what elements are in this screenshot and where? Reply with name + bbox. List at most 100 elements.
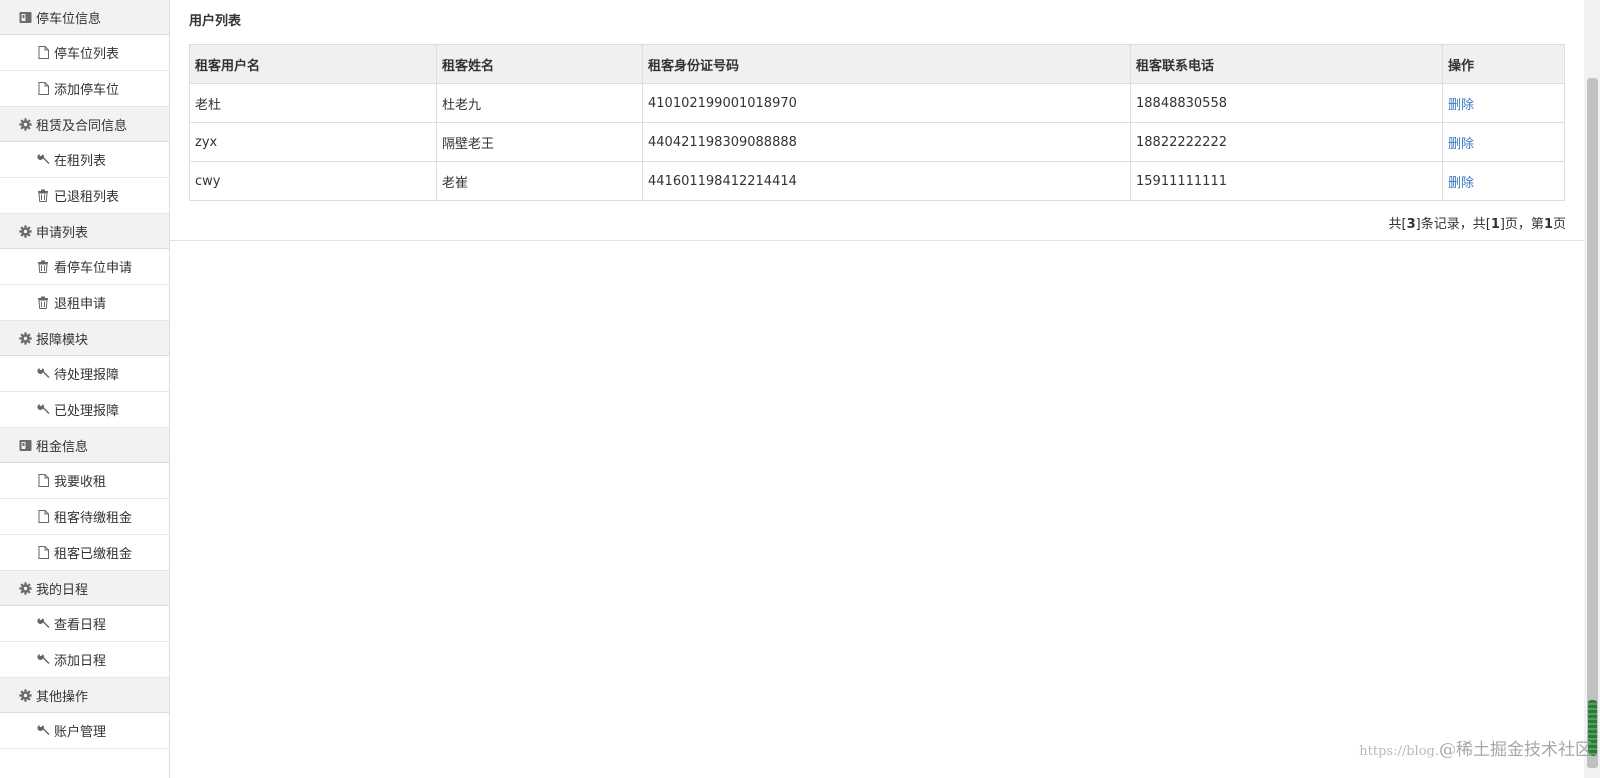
pagination-summary: 共[3]条记录，共[1]页，第1页 <box>1389 213 1566 232</box>
nav-item-add-schedule[interactable]: 添加日程 <box>0 642 169 678</box>
cell-name: 杜老九 <box>436 83 643 123</box>
table-header-row: 租客用户名 租客姓名 租客身份证号码 租客联系电话 操作 <box>189 44 1565 84</box>
nav-item-label: 退租申请 <box>54 297 107 312</box>
column-header-name: 租客姓名 <box>436 44 643 84</box>
trash-icon <box>36 260 50 274</box>
nav-group-label: 停车位信息 <box>36 11 102 27</box>
sidebar: 停车位信息 停车位列表 添加停车位 租赁及合同信息 在租列表 已退租列表 申请列… <box>0 0 170 778</box>
nav-item-paid-rent[interactable]: 租客已缴租金 <box>0 535 169 571</box>
nav-group-fault-reports[interactable]: 报障模块 <box>0 321 169 356</box>
nav-group-label: 租赁及合同信息 <box>36 118 128 134</box>
cell-username: cwy <box>189 161 437 201</box>
nav-group-parking-info[interactable]: 停车位信息 <box>0 0 169 35</box>
file-icon <box>36 46 50 60</box>
page-title: 用户列表 <box>189 14 242 29</box>
gear-icon <box>18 331 32 345</box>
nav-group-label: 我的日程 <box>36 582 89 598</box>
nav-item-pending-faults[interactable]: 待处理报障 <box>0 356 169 392</box>
file-icon <box>36 546 50 560</box>
nav-item-add-parking[interactable]: 添加停车位 <box>0 71 169 107</box>
nav-item-label: 看停车位申请 <box>54 261 133 276</box>
nav-group-other[interactable]: 其他操作 <box>0 678 169 713</box>
nav-group-label: 申请列表 <box>36 225 89 241</box>
nav-item-label: 我要收租 <box>54 475 107 490</box>
gear-icon <box>18 224 32 238</box>
cell-username: zyx <box>189 122 437 162</box>
column-header-username: 租客用户名 <box>189 44 437 84</box>
delete-link[interactable]: 删除 <box>1448 137 1474 152</box>
column-header-phone: 租客联系电话 <box>1130 44 1443 84</box>
nav-group-applications[interactable]: 申请列表 <box>0 214 169 249</box>
gear-icon <box>18 117 32 131</box>
file-icon <box>36 82 50 96</box>
nav-item-collect-rent[interactable]: 我要收租 <box>0 463 169 499</box>
watermark: https://blog.@稀土掘金技术社区 <box>1359 735 1592 760</box>
column-header-id-number: 租客身份证号码 <box>642 44 1131 84</box>
delete-link[interactable]: 删除 <box>1448 98 1474 113</box>
cell-username: 老杜 <box>189 83 437 123</box>
pager-total-records: 3 <box>1406 217 1416 232</box>
nav-item-label: 账户管理 <box>54 725 107 740</box>
nav-group-label: 租金信息 <box>36 439 89 455</box>
wrench-icon <box>36 724 50 738</box>
nav-item-handled-faults[interactable]: 已处理报障 <box>0 392 169 428</box>
pager-current-page: 1 <box>1543 217 1553 232</box>
nav-item-unpaid-rent[interactable]: 租客待缴租金 <box>0 499 169 535</box>
gear-icon <box>18 581 32 595</box>
table-row: zyx 隔壁老王 440421198309088888 18822222222 … <box>189 122 1565 162</box>
table-row: 老杜 杜老九 410102199001018970 18848830558 删除 <box>189 83 1565 123</box>
pager-text: 共[ <box>1388 217 1407 232</box>
cell-action: 删除 <box>1442 161 1565 201</box>
nav-group-schedule[interactable]: 我的日程 <box>0 571 169 606</box>
cell-action: 删除 <box>1442 122 1565 162</box>
file-icon <box>36 474 50 488</box>
cell-phone: 15911111111 <box>1130 161 1443 201</box>
content-divider <box>170 240 1584 241</box>
nav-item-label: 租客待缴租金 <box>54 511 133 526</box>
cell-id-number: 410102199001018970 <box>642 83 1131 123</box>
scrollbar-thumb[interactable] <box>1587 78 1598 768</box>
main-content: 用户列表 租客用户名 租客姓名 租客身份证号码 租客联系电话 操作 老杜 杜老九… <box>170 0 1584 778</box>
nav-item-termination-applications[interactable]: 退租申请 <box>0 285 169 321</box>
id-card-icon <box>18 10 32 24</box>
nav-item-active-leases[interactable]: 在租列表 <box>0 142 169 178</box>
vertical-scrollbar[interactable] <box>1584 0 1600 778</box>
nav-group-lease-contract[interactable]: 租赁及合同信息 <box>0 107 169 142</box>
watermark-site: @稀土掘金技术社区 <box>1439 740 1592 760</box>
nav-item-label: 查看日程 <box>54 618 107 633</box>
pager-text: 页 <box>1552 217 1566 232</box>
cell-id-number: 441601198412214414 <box>642 161 1131 201</box>
nav-item-parking-list[interactable]: 停车位列表 <box>0 35 169 71</box>
file-icon <box>36 510 50 524</box>
column-header-action: 操作 <box>1442 44 1565 84</box>
trash-icon <box>36 296 50 310</box>
nav-item-label: 在租列表 <box>54 154 107 169</box>
cell-action: 删除 <box>1442 83 1565 123</box>
pager-total-pages: 1 <box>1490 217 1500 232</box>
cell-id-number: 440421198309088888 <box>642 122 1131 162</box>
nav-group-rent-info[interactable]: 租金信息 <box>0 428 169 463</box>
wrench-icon <box>36 653 50 667</box>
gear-icon <box>18 688 32 702</box>
nav-item-label: 租客已缴租金 <box>54 547 133 562</box>
cell-phone: 18848830558 <box>1130 83 1443 123</box>
user-table: 租客用户名 租客姓名 租客身份证号码 租客联系电话 操作 老杜 杜老九 4101… <box>189 44 1565 201</box>
wrench-icon <box>36 153 50 167</box>
nav-item-label: 已退租列表 <box>54 190 120 205</box>
wrench-icon <box>36 617 50 631</box>
watermark-url: https://blog. <box>1359 744 1439 759</box>
nav-item-label: 添加停车位 <box>54 83 120 98</box>
wrench-icon <box>36 367 50 381</box>
nav-item-label: 停车位列表 <box>54 47 120 62</box>
nav-item-parking-applications[interactable]: 看停车位申请 <box>0 249 169 285</box>
nav-item-account-management[interactable]: 账户管理 <box>0 713 169 749</box>
nav-item-label: 待处理报障 <box>54 368 120 383</box>
pager-text: ]条记录，共[ <box>1415 217 1491 232</box>
nav-item-label: 已处理报障 <box>54 404 120 419</box>
cell-name: 隔壁老王 <box>436 122 643 162</box>
cell-name: 老崔 <box>436 161 643 201</box>
delete-link[interactable]: 删除 <box>1448 176 1474 191</box>
nav-item-ended-leases[interactable]: 已退租列表 <box>0 178 169 214</box>
nav-item-view-schedule[interactable]: 查看日程 <box>0 606 169 642</box>
nav-group-label: 其他操作 <box>36 689 89 705</box>
